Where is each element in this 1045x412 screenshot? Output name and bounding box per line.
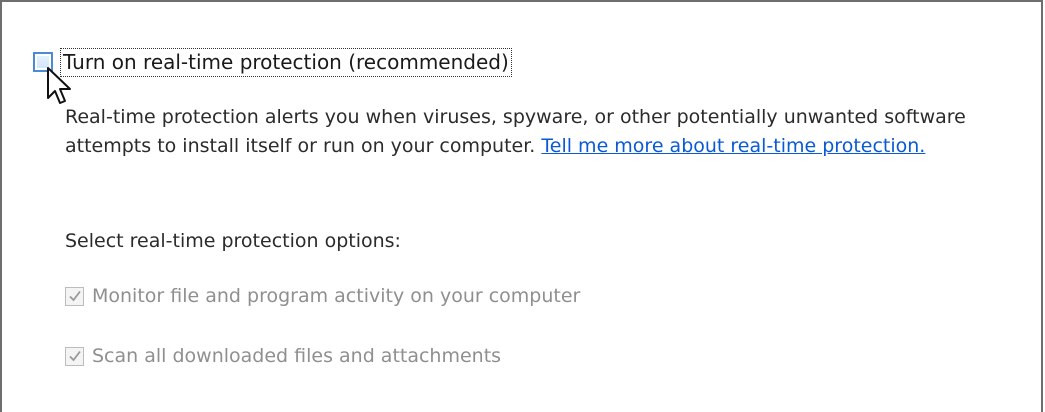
- option-monitor-activity[interactable]: Monitor file and program activity on you…: [65, 283, 580, 309]
- monitor-activity-checkbox[interactable]: [65, 286, 84, 306]
- realtime-protection-description: Real-time protection alerts you when vir…: [65, 103, 1005, 161]
- monitor-activity-label: Monitor file and program activity on you…: [92, 285, 581, 307]
- options-heading: Select real-time protection options:: [65, 230, 401, 252]
- checkmark-icon: [68, 290, 81, 302]
- settings-panel: Turn on real-time protection (recommende…: [0, 0, 1043, 412]
- scan-downloads-checkbox[interactable]: [65, 346, 84, 366]
- option-scan-downloads[interactable]: Scan all downloaded files and attachment…: [65, 343, 501, 369]
- realtime-protection-option[interactable]: Turn on real-time protection (recommende…: [33, 47, 512, 77]
- realtime-protection-label[interactable]: Turn on real-time protection (recommende…: [60, 47, 512, 77]
- scan-downloads-label: Scan all downloaded files and attachment…: [92, 345, 502, 367]
- learn-more-link[interactable]: Tell me more about real-time protection.: [541, 135, 925, 157]
- checkmark-icon: [68, 350, 81, 362]
